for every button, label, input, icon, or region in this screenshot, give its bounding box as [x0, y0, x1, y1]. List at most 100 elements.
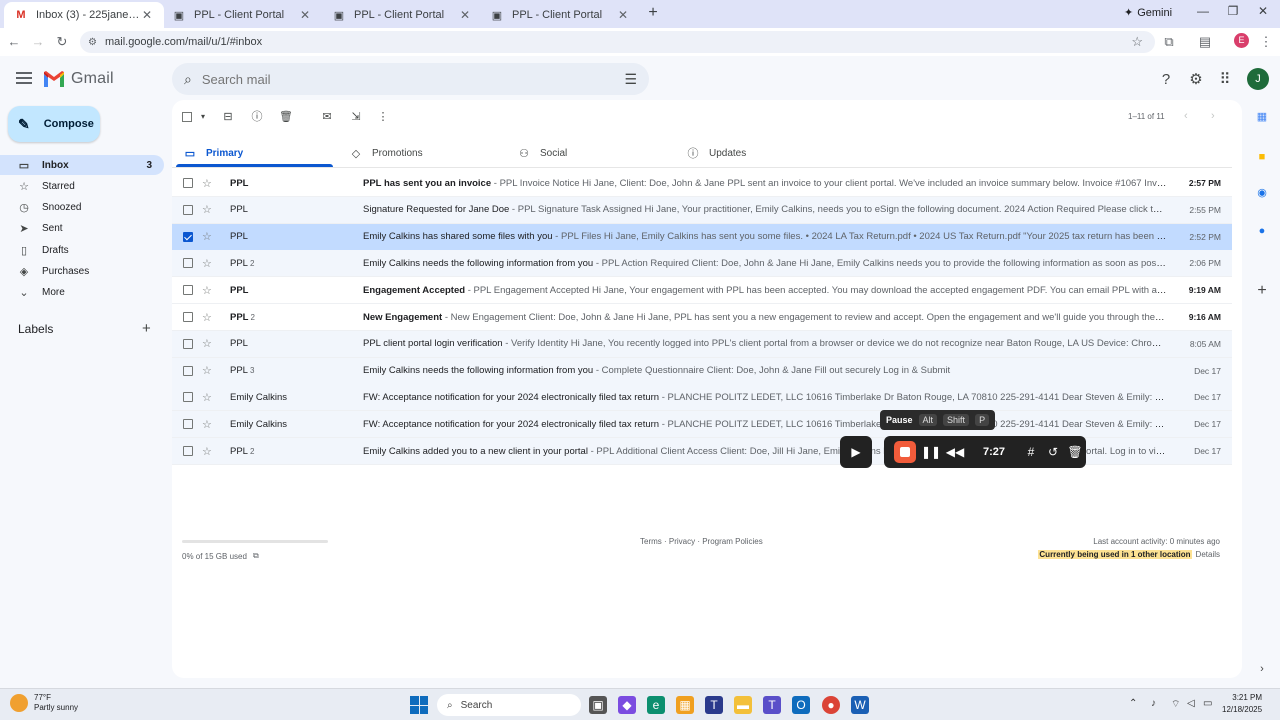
store-icon[interactable]: ▦: [676, 696, 694, 714]
star-icon[interactable]: ☆: [202, 230, 214, 243]
compose-button[interactable]: ✎ Compose: [8, 106, 100, 142]
pause-button[interactable]: ❚❚: [920, 445, 942, 459]
report-spam-icon[interactable]: ⓘ: [250, 110, 264, 124]
chrome-icon[interactable]: ●: [822, 696, 840, 714]
close-icon[interactable]: ✕: [458, 8, 472, 22]
browser-profile-avatar[interactable]: E: [1234, 33, 1249, 48]
forward-button[interactable]: →: [30, 34, 46, 50]
reload-button[interactable]: ↻: [54, 34, 70, 50]
email-row[interactable]: ☆ PPL 3 Emily Calkins needs the following i…: [172, 357, 1232, 385]
email-checkbox[interactable]: [183, 285, 193, 296]
details-link[interactable]: Details: [1196, 550, 1220, 559]
edge-icon[interactable]: e: [647, 696, 665, 714]
grid-icon[interactable]: #: [1020, 445, 1042, 459]
email-checkbox[interactable]: [183, 178, 193, 188]
email-row[interactable]: ☆ PPL 2 Emily Calkins needs the following i…: [172, 250, 1232, 278]
star-icon[interactable]: ☆: [202, 257, 214, 270]
word-icon[interactable]: W: [851, 696, 869, 714]
copilot-icon[interactable]: ◆: [618, 696, 636, 714]
main-menu-icon[interactable]: [16, 72, 32, 86]
mark-unread-icon[interactable]: ✉: [320, 110, 334, 124]
tab-primary[interactable]: ▭ Primary: [184, 140, 243, 166]
star-icon[interactable]: ☆: [202, 337, 214, 350]
settings-gear-icon[interactable]: ⚙: [1187, 71, 1205, 89]
move-to-icon[interactable]: ⇲: [349, 110, 363, 124]
address-bar[interactable]: ⚙ mail.google.com/mail/u/1/#inbox ☆: [80, 31, 1155, 53]
trash-icon[interactable]: 🗑: [1064, 445, 1086, 459]
more-actions-icon[interactable]: ⋮: [376, 110, 390, 124]
email-checkbox[interactable]: [183, 204, 193, 215]
show-hidden-icons[interactable]: ⌃: [1129, 698, 1137, 709]
close-icon[interactable]: ✕: [140, 8, 154, 22]
email-row[interactable]: ☆ PPL PPL has sent you an invoice - PPL In…: [172, 170, 1232, 197]
email-row[interactable]: ☆ PPL Emily Calkins has shared some files …: [172, 223, 1232, 251]
email-checkbox[interactable]: [183, 312, 193, 322]
star-icon[interactable]: ☆: [202, 445, 214, 458]
outlook-icon[interactable]: O: [792, 696, 810, 714]
sidebar-item-inbox[interactable]: ▭ Inbox 3: [0, 155, 164, 175]
email-row[interactable]: ☆ PPL PPL client portal login verification…: [172, 330, 1232, 358]
tasks-icon[interactable]: ◉: [1255, 186, 1269, 200]
email-checkbox[interactable]: [183, 258, 193, 269]
email-checkbox[interactable]: [183, 338, 193, 349]
email-row[interactable]: ☆ PPL Engagement Accepted - PPL Engagement…: [172, 277, 1232, 305]
bookmark-star-icon[interactable]: ☆: [1131, 34, 1143, 50]
file-explorer-icon[interactable]: ▬: [734, 696, 752, 714]
email-row[interactable]: ☆ Emily Calkins FW: Acceptance notificatio…: [172, 384, 1232, 412]
sidebar-item-snoozed[interactable]: ◷ Snoozed: [0, 197, 164, 217]
browser-tab-client-portal-3[interactable]: ▣ PPL - Client Portal ✕: [480, 2, 640, 28]
stop-recording-button[interactable]: [894, 441, 916, 463]
contacts-icon[interactable]: ●: [1255, 224, 1269, 238]
open-storage-icon[interactable]: ⧉: [253, 551, 259, 561]
email-checkbox[interactable]: [183, 419, 193, 430]
email-row[interactable]: ☆ PPL Signature Requested for Jane Doe - P…: [172, 196, 1232, 224]
network-icon[interactable]: ⌔: [1171, 698, 1180, 711]
teams-work-icon[interactable]: T: [763, 696, 781, 714]
volume-icon[interactable]: ◁: [1187, 698, 1195, 709]
star-icon[interactable]: ☆: [202, 311, 214, 324]
system-clock[interactable]: 3:21 PM 12/18/2025: [1222, 692, 1262, 716]
battery-icon[interactable]: ▭: [1203, 698, 1212, 709]
browser-tab-inbox[interactable]: M Inbox (3) - 225janedoe@gmail.com ✕: [4, 2, 164, 28]
tab-promotions[interactable]: ◇ Promotions: [350, 140, 423, 166]
microphone-icon[interactable]: ♪: [1151, 698, 1156, 709]
calendar-icon[interactable]: ▦: [1255, 110, 1269, 124]
browser-tab-client-portal-2[interactable]: ▣ PPL - Client Portal ✕: [322, 2, 482, 28]
browser-menu-icon[interactable]: ⋮: [1258, 34, 1274, 50]
help-icon[interactable]: ?: [1157, 71, 1175, 89]
minimize-button[interactable]: —: [1188, 4, 1218, 18]
sidebar-item-drafts[interactable]: ▯ Drafts: [0, 240, 164, 260]
select-dropdown-icon[interactable]: ▾: [196, 110, 210, 124]
account-avatar[interactable]: J: [1247, 68, 1269, 90]
get-addons-icon[interactable]: +: [1255, 283, 1269, 299]
gmail-logo[interactable]: Gmail: [43, 70, 114, 88]
search-options-icon[interactable]: ☰: [624, 71, 637, 88]
search-input[interactable]: [201, 71, 625, 87]
older-page-icon[interactable]: ‹: [1184, 110, 1188, 122]
extensions-icon[interactable]: ⧉: [1161, 34, 1177, 50]
weather-widget[interactable]: 77°F Partly sunny: [10, 693, 78, 713]
tab-updates[interactable]: ⓘ Updates: [687, 140, 747, 166]
footer-links[interactable]: Terms · Privacy · Program Policies: [640, 537, 763, 546]
mail-search-bar[interactable]: ⌕ ☰: [172, 63, 649, 95]
email-checkbox[interactable]: [183, 392, 193, 403]
keep-icon[interactable]: ■: [1255, 150, 1269, 164]
email-row[interactable]: ☆ Emily Calkins FW: Acceptance notificatio…: [172, 411, 1232, 439]
email-row[interactable]: ☆ PPL 2 New Engagement - New Engagement Cli…: [172, 304, 1232, 331]
star-icon[interactable]: ☆: [202, 284, 214, 297]
teams-icon[interactable]: T: [705, 696, 723, 714]
windows-start-icon[interactable]: [410, 696, 428, 714]
apps-grid-icon[interactable]: ⠿: [1216, 71, 1234, 89]
select-all-checkbox[interactable]: [182, 112, 192, 122]
star-icon[interactable]: ☆: [202, 418, 214, 431]
email-checkbox[interactable]: [183, 231, 193, 242]
star-icon[interactable]: ☆: [202, 364, 214, 377]
newer-page-icon[interactable]: ›: [1211, 110, 1215, 122]
gemini-button[interactable]: ✦ Gemini: [1124, 6, 1172, 20]
new-tab-button[interactable]: +: [644, 4, 662, 22]
archive-icon[interactable]: ⊟: [221, 110, 235, 124]
email-checkbox[interactable]: [183, 365, 193, 376]
maximize-button[interactable]: ❐: [1218, 4, 1248, 18]
star-icon[interactable]: ☆: [202, 391, 214, 404]
add-label-button[interactable]: +: [142, 320, 151, 337]
